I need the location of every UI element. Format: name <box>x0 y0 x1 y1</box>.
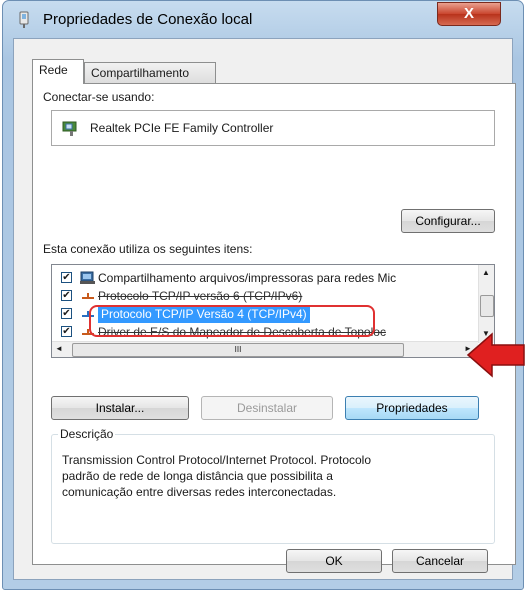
item-checkbox[interactable]: ✔ <box>61 326 72 337</box>
install-label: Instalar... <box>95 401 145 415</box>
item-label: Compartilhamento arquivos/impressoras pa… <box>98 271 397 285</box>
item-checkbox[interactable]: ✔ <box>61 272 72 283</box>
file-share-icon <box>80 271 95 284</box>
scroll-thumb[interactable] <box>480 295 494 317</box>
configure-button[interactable]: Configurar... <box>401 209 495 233</box>
install-button[interactable]: Instalar... <box>51 396 189 420</box>
window-title: Propriedades de Conexão local <box>43 11 253 28</box>
description-line-3: comunicação entre diversas redes interco… <box>62 485 337 499</box>
ok-label: OK <box>325 554 343 568</box>
description-label: Descrição <box>58 427 116 441</box>
dialog-client-area: Rede Compartilhamento Conectar-se usando… <box>13 38 516 580</box>
highlight-oval <box>89 305 375 337</box>
ok-button[interactable]: OK <box>286 549 382 573</box>
description-line-2: padrão de rede de longa distância que po… <box>62 469 333 483</box>
tab-compartilhamento[interactable]: Compartilhamento <box>84 62 216 84</box>
configure-label: Configurar... <box>415 214 481 228</box>
adapter-box: Realtek PCIe FE Family Controller <box>51 110 495 146</box>
connect-using-label: Conectar-se usando: <box>43 90 155 104</box>
network-card-icon <box>62 121 77 136</box>
item-label: Protocolo TCP/IP versão 6 (TCP/IPv6) <box>98 289 303 303</box>
items-label: Esta conexão utiliza os seguintes itens: <box>43 242 253 256</box>
uninstall-label: Desinstalar <box>236 401 298 415</box>
adapter-name: Realtek PCIe FE Family Controller <box>90 121 274 135</box>
tab-panel-rede: Conectar-se usando: Realtek PCIe FE Fami… <box>32 83 516 565</box>
cancel-label: Cancelar <box>415 554 465 568</box>
tab-rede[interactable]: Rede <box>32 59 84 84</box>
description-line-1: Transmission Control Protocol/Internet P… <box>62 453 372 467</box>
item-checkbox[interactable]: ✔ <box>61 308 72 319</box>
list-item[interactable]: ✔ Protocolo TCP/IP versão 6 (TCP/IPv6) <box>52 287 482 305</box>
uninstall-button[interactable]: Desinstalar <box>201 396 333 420</box>
cancel-button[interactable]: Cancelar <box>392 549 488 573</box>
scroll-left-icon[interactable]: ◄ <box>55 344 63 353</box>
horizontal-scrollbar[interactable]: ◄ III ► <box>52 341 478 357</box>
item-checkbox[interactable]: ✔ <box>61 290 72 301</box>
close-button[interactable]: X <box>437 2 501 26</box>
description-group: Descrição Transmission Control Protocol/… <box>51 427 495 544</box>
red-arrow-icon <box>466 332 525 378</box>
scroll-up-icon[interactable]: ▲ <box>482 268 490 277</box>
list-item[interactable]: ✔ Compartilhamento arquivos/impressoras … <box>52 269 482 287</box>
network-adapter-icon <box>19 11 29 28</box>
protocol-icon <box>82 293 94 299</box>
scroll-h-thumb[interactable]: III <box>72 343 404 357</box>
properties-button[interactable]: Propriedades <box>345 396 479 420</box>
properties-label: Propriedades <box>376 401 448 415</box>
dialog-window: Propriedades de Conexão local X Rede Com… <box>2 0 524 590</box>
title-bar[interactable]: Propriedades de Conexão local X <box>3 1 523 39</box>
